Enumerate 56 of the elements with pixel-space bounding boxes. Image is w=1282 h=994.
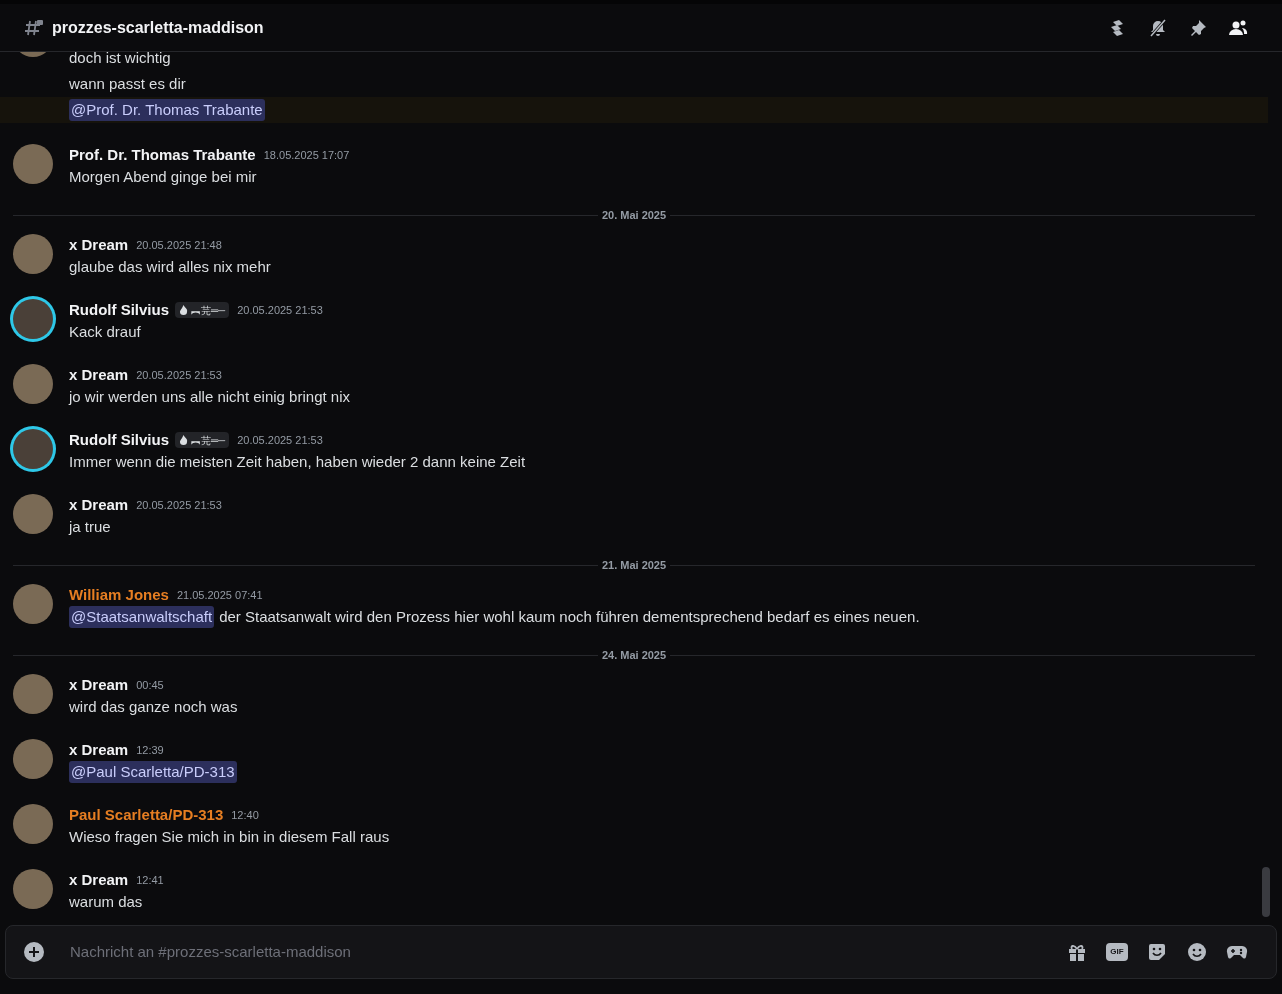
timestamp: 12:39 <box>136 742 164 758</box>
gif-button[interactable]: GIF <box>1106 943 1128 961</box>
scrollbar[interactable] <box>1262 867 1270 917</box>
flame-icon <box>179 305 188 315</box>
author-name[interactable]: Paul Scarletta/PD-313 <box>69 803 224 827</box>
timestamp: 20.05.2025 21:53 <box>237 432 323 448</box>
user-mention[interactable]: @Paul Scarletta/PD-313 <box>69 761 237 783</box>
channel-name: prozzes-scarletta-maddison <box>52 17 264 38</box>
timestamp: 20.05.2025 21:48 <box>136 237 222 253</box>
add-icon[interactable] <box>24 942 44 962</box>
date-divider: 21. Mai 2025 <box>600 557 668 573</box>
author-name[interactable]: Prof. Dr. Thomas Trabante <box>69 143 256 167</box>
author-name[interactable]: x Dream <box>69 738 129 762</box>
message-text: Kack drauf <box>69 322 141 342</box>
timestamp: 12:40 <box>231 807 259 823</box>
timestamp: 00:45 <box>136 677 164 693</box>
timestamp: 12:41 <box>136 872 164 888</box>
clan-tag[interactable]: ︻芫═─ <box>175 302 230 318</box>
author-name[interactable]: William Jones <box>69 583 169 607</box>
timestamp: 20.05.2025 21:53 <box>136 497 222 513</box>
message-text: wird das ganze noch was <box>69 697 238 717</box>
date-divider: 24. Mai 2025 <box>600 647 668 663</box>
message-text: doch ist wichtig <box>69 52 171 68</box>
message-text: warum das <box>69 892 143 912</box>
message-text: ja true <box>69 517 111 537</box>
message-input-field[interactable]: Nachricht an #prozzes-scarletta-maddison GIF <box>5 925 1277 979</box>
author-name[interactable]: Rudolf Silvius <box>69 298 169 322</box>
author-name[interactable]: x Dream <box>69 363 129 387</box>
flame-icon <box>179 435 188 445</box>
timestamp: 20.05.2025 21:53 <box>136 367 222 383</box>
avatar[interactable] <box>13 429 53 469</box>
message-text: jo wir werden uns alle nicht einig bringt nix <box>69 387 350 407</box>
user-mention[interactable]: @Staatsanwaltschaft <box>69 606 215 628</box>
timestamp: 21.05.2025 07:41 <box>176 587 263 603</box>
message-placeholder: Nachricht an #prozzes-scarletta-maddison <box>70 941 351 962</box>
emoji-icon[interactable] <box>1186 941 1208 963</box>
message-text: wann passt es dir <box>69 74 186 94</box>
hashtag-lock-icon <box>24 17 44 38</box>
author-name[interactable]: x Dream <box>69 673 129 697</box>
sticker-icon[interactable] <box>1146 941 1168 963</box>
author-name[interactable]: Rudolf Silvius <box>69 428 169 452</box>
user-mention[interactable]: @Prof. Dr. Thomas Trabante <box>69 99 265 121</box>
date-divider: 20. Mai 2025 <box>600 207 668 223</box>
message-text: Immer wenn die meisten Zeit haben, haben wieder 2 dann keine Zeit <box>69 452 526 472</box>
author-name[interactable]: x Dream <box>69 868 129 892</box>
message-text: der Staatsanwalt wird den Prozess hier wohl kaum noch führen dementsprechend bedarf es eines neuen. <box>219 607 920 627</box>
message-text: Morgen Abend ginge bei mir <box>69 167 257 187</box>
author-name[interactable]: x Dream <box>69 493 129 517</box>
message-text: Wieso fragen Sie mich in bin in diesem Fall raus <box>69 827 390 847</box>
muted-bell-icon[interactable] <box>1148 17 1168 38</box>
clan-tag[interactable]: ︻芫═─ <box>175 432 230 448</box>
author-name[interactable]: x Dream <box>69 233 129 257</box>
timestamp: 20.05.2025 21:53 <box>237 302 323 318</box>
timestamp: 18.05.2025 17:07 <box>263 147 350 163</box>
message-text: glaube das wird alles nix mehr <box>69 257 271 277</box>
avatar[interactable] <box>13 299 53 339</box>
